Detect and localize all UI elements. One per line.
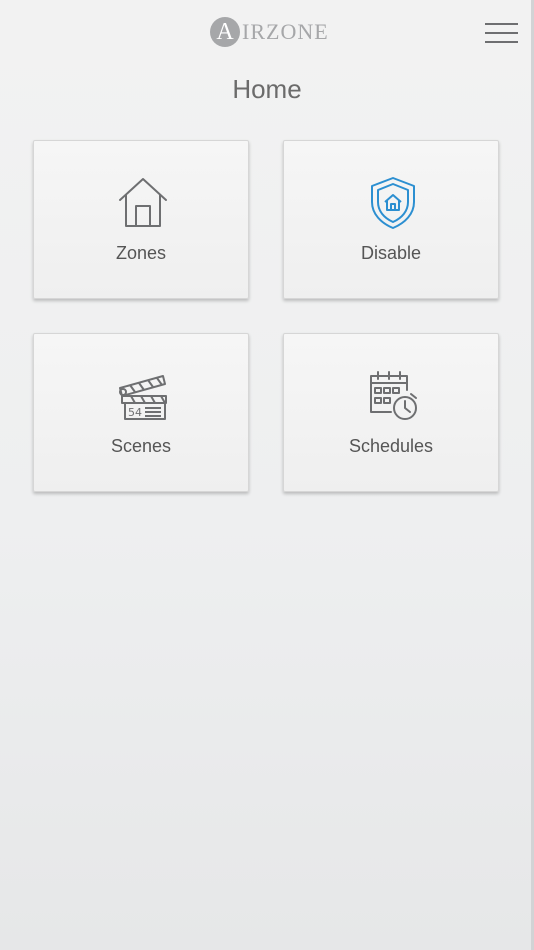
shield-home-icon (367, 175, 419, 231)
tile-label-zones: Zones (115, 243, 167, 263)
house-icon (117, 175, 169, 231)
hamburger-menu-icon[interactable] (480, 18, 522, 48)
schedules-tile[interactable]: Schedules (283, 333, 499, 492)
scenes-tile[interactable]: 54 Scenes (33, 333, 249, 492)
page-title: Home (232, 74, 302, 104)
clapperboard-icon: 54 (117, 368, 169, 424)
airzone-logo: A IRZONE (210, 16, 329, 48)
svg-text:54: 54 (128, 406, 142, 419)
tile-label-schedules: Schedules (348, 436, 434, 456)
tile-label-disable: Disable (360, 243, 422, 263)
calendar-clock-icon (367, 368, 419, 424)
tile-label-scenes: Scenes (110, 436, 172, 456)
logo-initial: A (210, 17, 240, 47)
disable-tile[interactable]: Disable (283, 140, 499, 299)
zones-tile[interactable]: Zones (33, 140, 249, 299)
logo-text: IRZONE (242, 19, 329, 44)
